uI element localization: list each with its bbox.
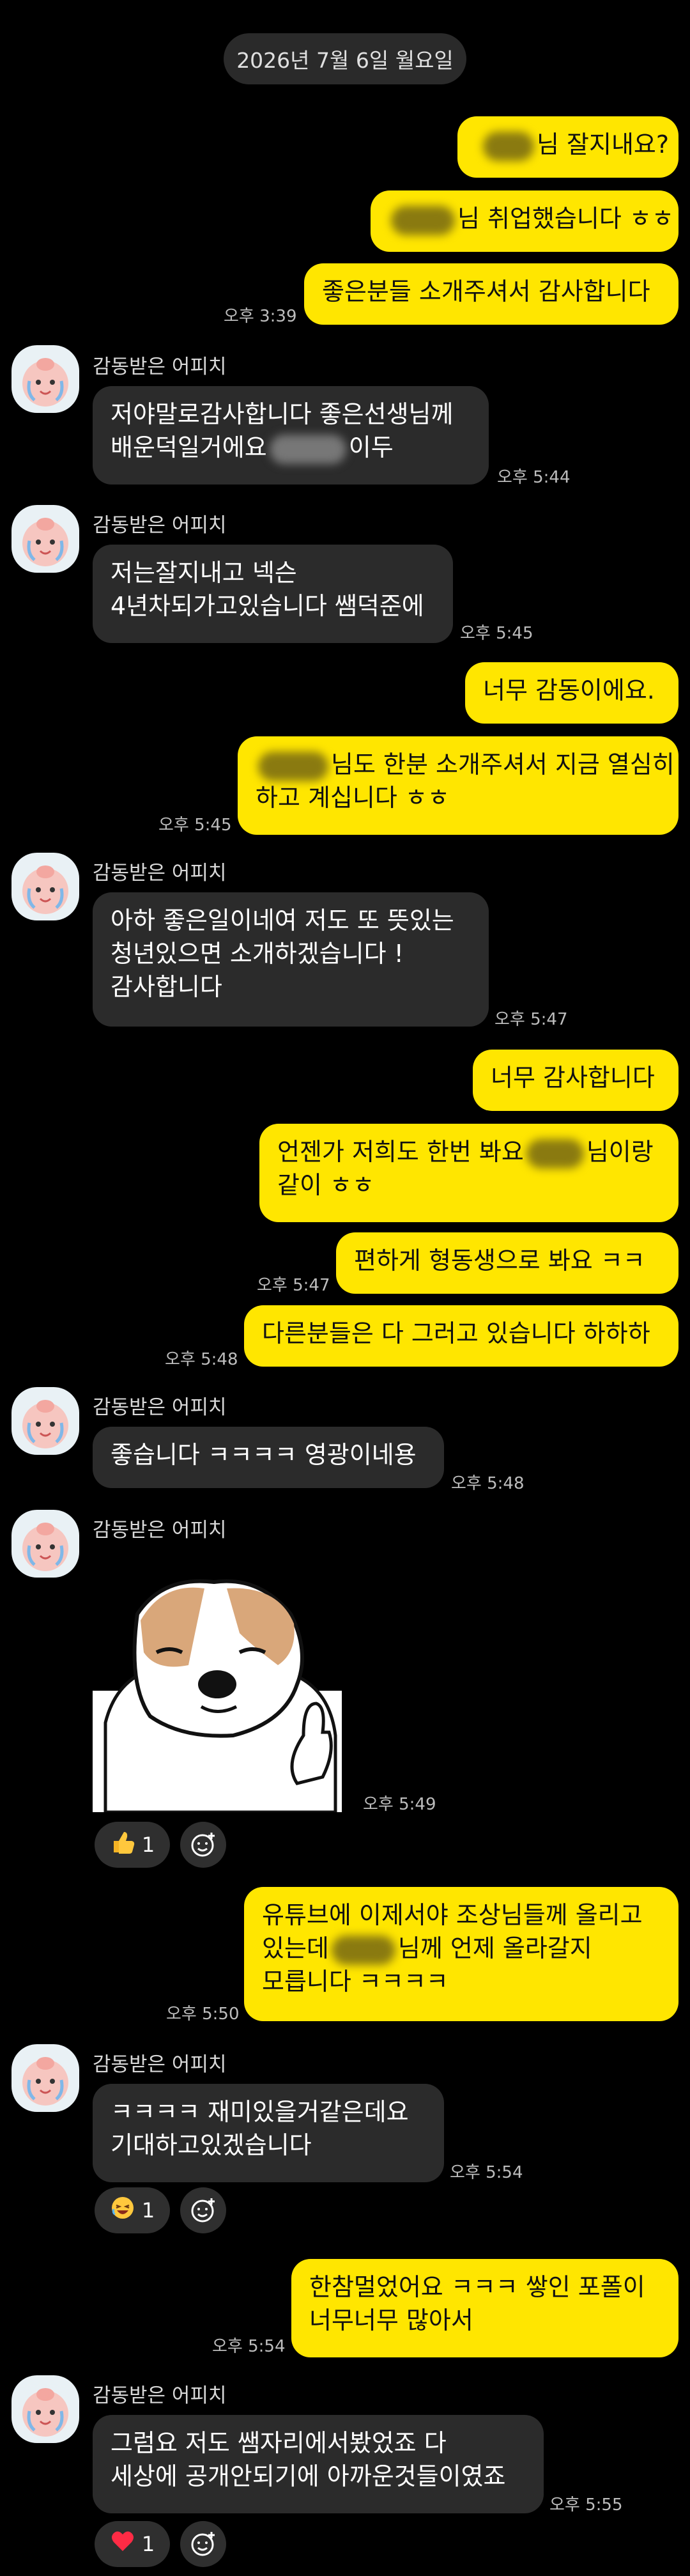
- add-reaction-button[interactable]: [180, 2521, 226, 2567]
- message-text: 이두: [348, 433, 394, 462]
- thumbs-up-icon: [110, 1829, 135, 1860]
- add-reaction-icon: [191, 2532, 215, 2556]
- reaction-laugh[interactable]: 1: [95, 2187, 170, 2233]
- message-text: 님께 언제 올라갈지: [397, 1934, 592, 1962]
- reaction-count: 1: [141, 2532, 155, 2556]
- message-text: 너무 감동이에요.: [483, 676, 655, 704]
- add-reaction-icon: [191, 2198, 215, 2223]
- message-text: ㅋㅋㅋㅋ 재미있을거같은데요: [111, 2098, 409, 2126]
- message-time: 오후 3:39: [224, 307, 297, 326]
- message-text: 같이 ㅎㅎ: [277, 1171, 374, 1199]
- sender-name: 감동받은 어피치: [93, 355, 227, 378]
- redacted-name: [483, 131, 534, 161]
- my-message-bubble[interactable]: 다른분들은 다 그러고 있습니다 하하하: [244, 1305, 678, 1367]
- message-time: 오후 5:49: [363, 1795, 436, 1814]
- reaction-count: 1: [141, 2198, 155, 2223]
- redacted-name: [258, 751, 328, 781]
- message-time: 오후 5:47: [257, 1276, 330, 1295]
- message-time: 오후 5:48: [165, 1350, 238, 1369]
- message-text: 아하 좋은일이네여 저도 또 뜻있는: [111, 906, 454, 935]
- message-time: 오후 5:54: [212, 2337, 286, 2356]
- message-text: 님이랑: [586, 1138, 654, 1166]
- message-text: 너무너무 많아서: [309, 2306, 473, 2334]
- my-message-bubble[interactable]: 편하게 형동생으로 봐요 ㅋㅋ: [336, 1232, 678, 1294]
- message-time: 오후 5:47: [494, 1010, 568, 1029]
- add-reaction-button[interactable]: [180, 1822, 226, 1868]
- their-message-bubble[interactable]: 저야말로감사합니다 좋은선생님께 배운덕일거에요 이두: [93, 386, 489, 485]
- message-text: 하고 계십니다 ㅎㅎ: [256, 784, 450, 812]
- their-message-bubble[interactable]: 그럼요 저도 쌤자리에서봤었죠 다 세상에 공개안되기에 아까운것들이였죠: [93, 2415, 544, 2513]
- message-time: 오후 5:45: [158, 816, 232, 835]
- message-time: 오후 5:55: [549, 2495, 623, 2515]
- their-message-bubble[interactable]: 좋습니다 ㅋㅋㅋㅋ 영광이네용: [93, 1427, 444, 1488]
- apeach-avatar-icon[interactable]: [12, 853, 79, 920]
- sender-name: 감동받은 어피치: [93, 1396, 227, 1419]
- message-text: 님도 한분 소개주셔서 지금 열심히: [331, 750, 675, 779]
- my-message-bubble[interactable]: 좋은분들 소개주셔서 감사합니다: [304, 263, 678, 325]
- message-time: 오후 5:54: [450, 2163, 523, 2182]
- my-message-bubble[interactable]: 님 취업했습니다 ㅎㅎ: [371, 190, 678, 252]
- apeach-avatar-icon[interactable]: [12, 1387, 79, 1455]
- apeach-avatar-icon[interactable]: [12, 1510, 79, 1578]
- reaction-thumbs-up[interactable]: 1: [95, 1822, 170, 1868]
- sender-name: 감동받은 어피치: [93, 514, 227, 537]
- message-text: 좋습니다 ㅋㅋㅋㅋ 영광이네용: [111, 1441, 417, 1469]
- sender-name: 감동받은 어피치: [93, 1519, 227, 1542]
- message-text: 한참멀었어요 ㅋㅋㅋ 쌓인 포폴이: [309, 2273, 645, 2301]
- message-time: 오후 5:48: [451, 1474, 525, 1493]
- sender-name: 감동받은 어피치: [93, 862, 227, 885]
- message-text: 감사합니다: [111, 973, 222, 1001]
- message-text: 다른분들은 다 그러고 있습니다 하하하: [262, 1319, 650, 1347]
- my-message-bubble[interactable]: 한참멀었어요 ㅋㅋㅋ 쌓인 포폴이 너무너무 많아서: [291, 2259, 678, 2357]
- message-text: 편하게 형동생으로 봐요 ㅋㅋ: [354, 1246, 645, 1275]
- message-time: 오후 5:50: [166, 2005, 240, 2024]
- redacted-name: [526, 1138, 584, 1168]
- message-text: 4년차되가고있습니다 쌤덕준에: [111, 592, 424, 620]
- redacted-name: [391, 205, 455, 235]
- my-message-bubble[interactable]: 유튜브에 이제서야 조상님들께 올리고 있는데 님께 언제 올라갈지 모릅니다 ㅋ…: [244, 1887, 678, 2021]
- my-message-bubble[interactable]: 언젠가 저희도 한번 봐요 님이랑 같이 ㅎㅎ: [259, 1124, 678, 1222]
- apeach-avatar-icon[interactable]: [12, 505, 79, 573]
- their-message-bubble[interactable]: 저는잘지내고 넥슨 4년차되가고있습니다 쌤덕준에: [93, 545, 453, 643]
- redacted-name: [269, 434, 346, 464]
- message-text: 너무 감사합니다: [491, 1064, 655, 1092]
- laughing-face-icon: [110, 2195, 135, 2226]
- message-text: 모릅니다 ㅋㅋㅋㅋ: [262, 1967, 448, 1996]
- dog-thumbs-up-sticker[interactable]: [93, 1576, 361, 1814]
- my-message-bubble[interactable]: 너무 감동이에요.: [465, 662, 678, 724]
- message-text: 그럼요 저도 쌤자리에서봤었죠 다: [111, 2429, 447, 2457]
- apeach-avatar-icon[interactable]: [12, 2375, 79, 2443]
- their-message-bubble[interactable]: 아하 좋은일이네여 저도 또 뜻있는 청년있으면 소개하겠습니다 ! 감사합니다: [93, 892, 489, 1027]
- add-reaction-button[interactable]: [180, 2187, 226, 2233]
- sender-name: 감동받은 어피치: [93, 2384, 227, 2407]
- apeach-avatar-icon[interactable]: [12, 2044, 79, 2112]
- sender-name: 감동받은 어피치: [93, 2053, 227, 2076]
- heart-icon: [110, 2529, 135, 2559]
- reaction-heart[interactable]: 1: [95, 2521, 170, 2567]
- message-text: 유튜브에 이제서야 조상님들께 올리고: [262, 1901, 643, 1929]
- date-divider: 2026년 7월 6일 월요일: [224, 33, 466, 84]
- message-text: 저야말로감사합니다 좋은선생님께: [111, 400, 454, 428]
- my-message-bubble[interactable]: 님 잘지내요?: [457, 116, 678, 178]
- apeach-avatar-icon[interactable]: [12, 345, 79, 413]
- message-text: 있는데: [262, 1934, 329, 1962]
- my-message-bubble[interactable]: 너무 감사합니다: [473, 1050, 678, 1111]
- message-text: 배운덕일거에요: [111, 433, 267, 462]
- message-text: 청년있으면 소개하겠습니다 !: [111, 940, 404, 968]
- reaction-count: 1: [141, 1833, 155, 1857]
- redacted-name: [331, 1935, 395, 1965]
- my-message-bubble[interactable]: 님도 한분 소개주셔서 지금 열심히 하고 계십니다 ㅎㅎ: [238, 736, 678, 835]
- message-text: 기대하고있겠습니다: [111, 2131, 312, 2159]
- message-time: 오후 5:45: [460, 624, 533, 643]
- message-text: 님 잘지내요?: [537, 130, 670, 159]
- message-text: 좋은분들 소개주셔서 감사합니다: [322, 277, 650, 306]
- message-text: 저는잘지내고 넥슨: [111, 559, 297, 587]
- message-text: 님 취업했습니다 ㅎㅎ: [457, 205, 674, 233]
- message-text: 세상에 공개안되기에 아까운것들이였죠: [111, 2462, 506, 2490]
- message-time: 오후 5:44: [497, 468, 571, 487]
- message-text: 언젠가 저희도 한번 봐요: [277, 1138, 524, 1166]
- add-reaction-icon: [191, 1833, 215, 1857]
- their-message-bubble[interactable]: ㅋㅋㅋㅋ 재미있을거같은데요 기대하고있겠습니다: [93, 2084, 444, 2182]
